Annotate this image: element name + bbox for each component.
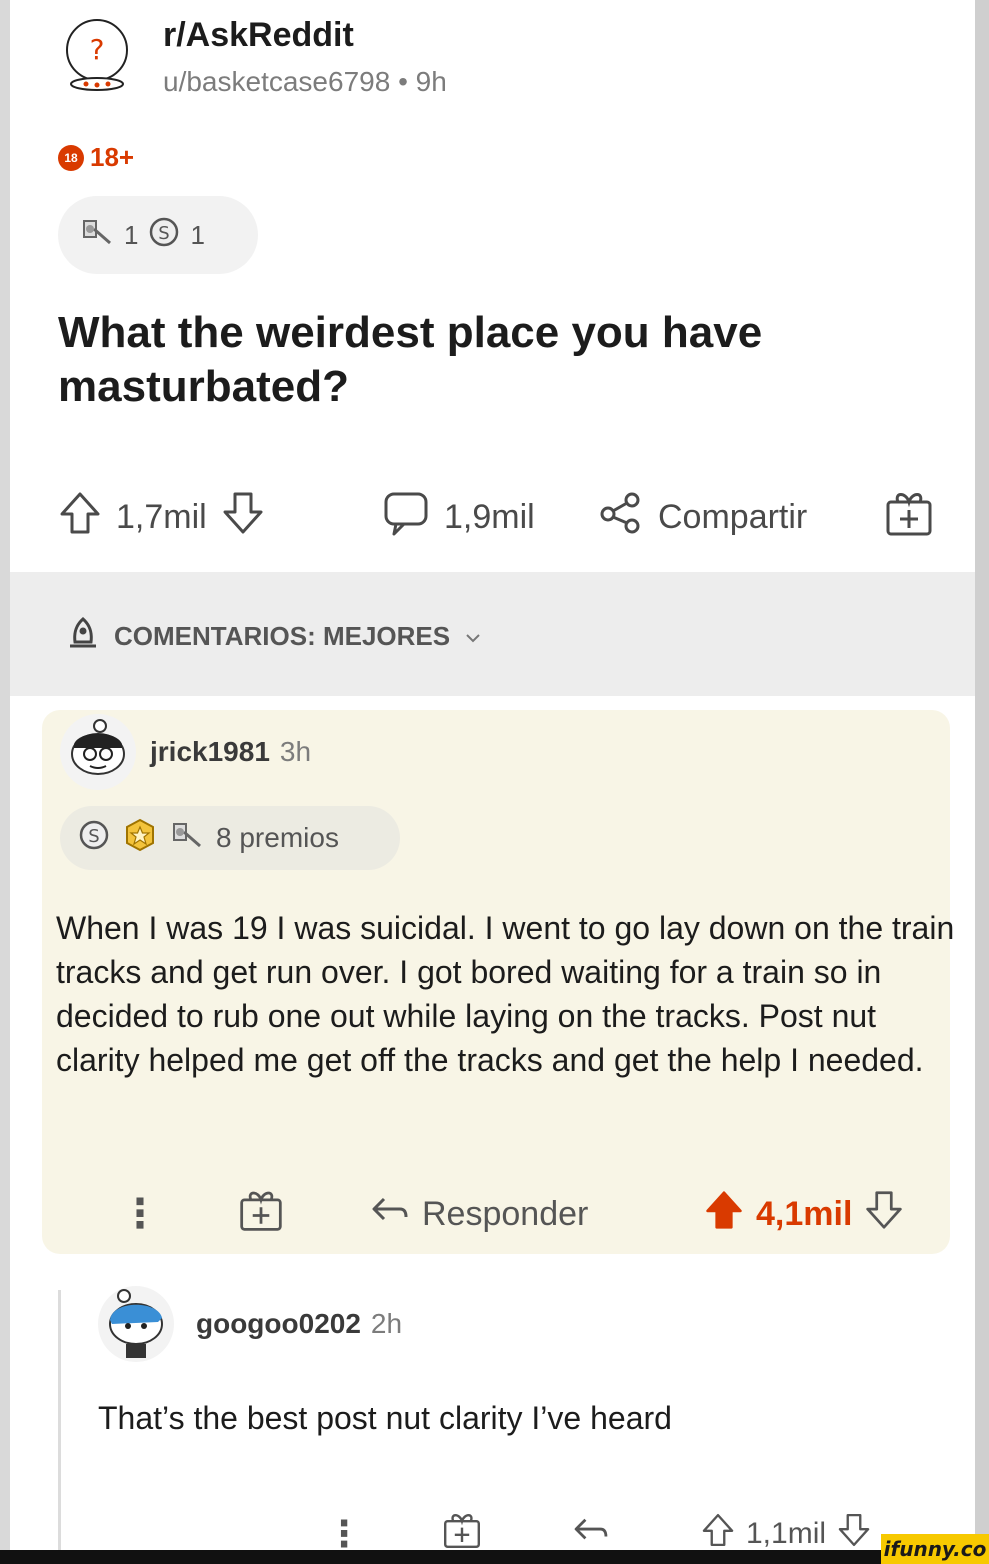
- silver-coin-icon: S: [148, 216, 180, 255]
- post-age: 9h: [415, 66, 447, 97]
- gift-icon: [884, 488, 934, 547]
- comment-header: jrick1981 3h: [150, 736, 311, 768]
- comment-award-button[interactable]: [238, 1184, 284, 1244]
- upvote-icon-active[interactable]: [704, 1189, 744, 1240]
- post-actions: 1,7mil 1,9mil Compartir: [58, 484, 948, 550]
- sort-label: COMENTARIOS: MEJORES: [114, 621, 451, 651]
- bottom-edge: [0, 1550, 989, 1564]
- vote-group: 1,7mil: [58, 484, 265, 550]
- reply-label: Responder: [422, 1194, 589, 1233]
- post-title[interactable]: What the weirdest place you have masturb…: [58, 306, 918, 414]
- downvote-icon[interactable]: [221, 490, 265, 545]
- comment-actions: ⋮ Responder 4,1mil: [56, 1184, 936, 1244]
- reply-score: 1,1mil: [746, 1517, 827, 1550]
- reply-header: googoo0202 2h: [196, 1308, 402, 1340]
- upvote-icon[interactable]: [58, 490, 102, 545]
- downvote-icon[interactable]: [864, 1189, 904, 1240]
- reply-username[interactable]: googoo0202: [196, 1308, 361, 1339]
- nsfw-badge: 18 18+: [58, 142, 134, 173]
- nsfw-label: 18+: [90, 142, 135, 172]
- silver-count: 1: [190, 219, 205, 250]
- award-button[interactable]: [884, 484, 934, 550]
- right-frame-edge: [975, 0, 989, 1564]
- comment-icon: [382, 490, 430, 545]
- comment-body: When I was 19 I was suicidal. I went to …: [56, 910, 955, 1078]
- post-author[interactable]: u/basketcase6798: [163, 66, 390, 97]
- post-awards[interactable]: 1 S 1: [58, 196, 258, 274]
- svg-text:?: ?: [90, 33, 105, 66]
- svg-text:S: S: [88, 826, 99, 847]
- commenter-avatar[interactable]: [60, 714, 136, 790]
- comments-button[interactable]: 1,9mil: [382, 484, 535, 550]
- ifunny-watermark: ifunny.co: [881, 1534, 989, 1564]
- award-icon: [170, 820, 204, 857]
- svg-text:S: S: [159, 223, 170, 244]
- reply-avatar[interactable]: [98, 1286, 174, 1362]
- reply-age: 2h: [370, 1308, 403, 1339]
- left-frame-edge: [0, 0, 10, 1564]
- silver-coin-icon: S: [78, 819, 110, 858]
- comment-awards[interactable]: S 8 premios: [60, 806, 400, 870]
- post-score: 1,7mil: [116, 497, 207, 536]
- award-icon: [80, 217, 114, 254]
- award-count: 1: [124, 219, 139, 250]
- chevron-down-icon: [464, 621, 482, 652]
- nsfw-icon: 18: [58, 144, 84, 171]
- reply-icon: [572, 1516, 610, 1552]
- post-meta: u/basketcase6798 • 9h: [163, 66, 447, 98]
- comment-sort-bar: COMENTARIOS: MEJORES: [10, 572, 975, 696]
- sort-dropdown[interactable]: COMENTARIOS: MEJORES: [66, 616, 482, 657]
- meta-separator: •: [398, 66, 408, 97]
- subreddit-name[interactable]: r/AskReddit: [163, 16, 354, 55]
- rocket-icon: [66, 616, 100, 657]
- share-label: Compartir: [658, 497, 808, 536]
- comment-count: 1,9mil: [444, 497, 535, 536]
- more-options-button[interactable]: ⋮: [120, 1184, 160, 1244]
- comment-vote-group: 4,1mil: [704, 1184, 904, 1244]
- more-options-icon: ⋮: [326, 1513, 362, 1554]
- comment-age: 3h: [279, 736, 312, 767]
- reply-icon: [370, 1195, 410, 1234]
- thread-line[interactable]: [58, 1290, 61, 1564]
- comment-username[interactable]: jrick1981: [150, 736, 270, 767]
- comment-score: 4,1mil: [756, 1194, 853, 1233]
- more-options-icon: ⋮: [120, 1192, 160, 1236]
- share-icon: [598, 490, 644, 545]
- gold-award-icon: [122, 817, 158, 860]
- reply-body: That’s the best post nut clarity I’ve he…: [98, 1400, 672, 1436]
- awards-count-label: 8 premios: [216, 822, 339, 853]
- reply-button[interactable]: Responder: [370, 1184, 588, 1244]
- subreddit-avatar[interactable]: ?: [58, 14, 136, 92]
- share-button[interactable]: Compartir: [598, 484, 807, 550]
- gift-icon: [238, 1187, 284, 1242]
